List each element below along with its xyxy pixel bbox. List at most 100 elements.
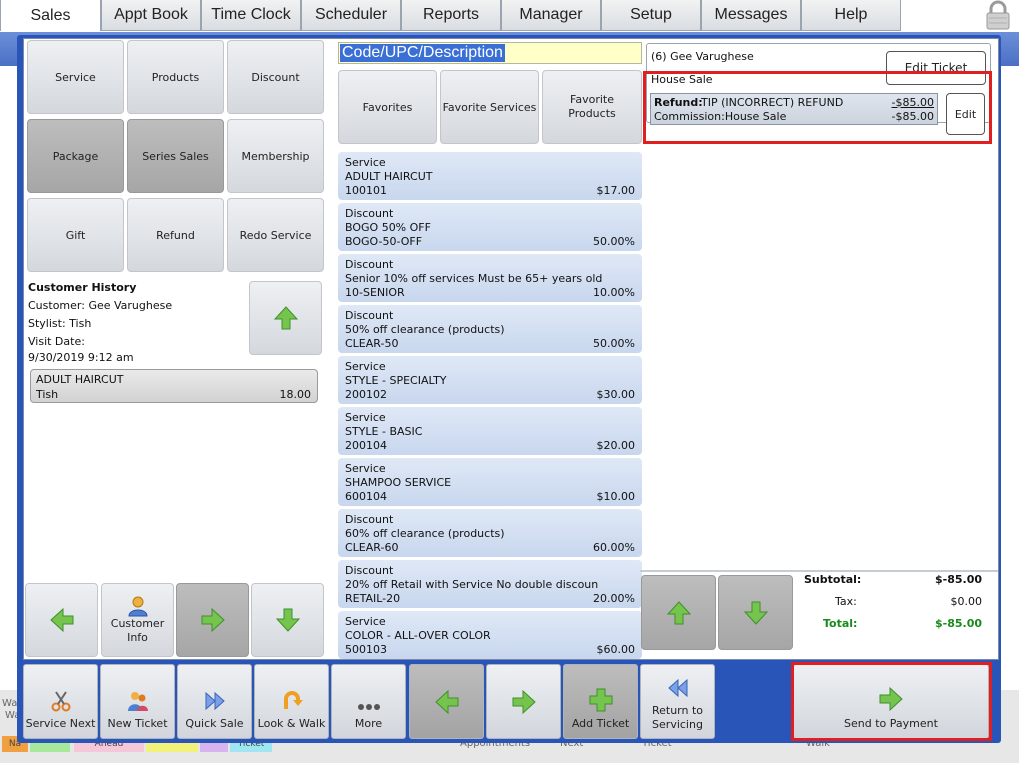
item-row[interactable]: Service SHAMPOO SERVICE 600104 $10.00 (338, 458, 642, 506)
favorite-services-button[interactable]: Favorite Services (440, 70, 539, 144)
category-package-button[interactable]: Package (27, 119, 124, 193)
customer-info-button[interactable]: Customer Info (101, 583, 174, 657)
item-type: Service (345, 360, 386, 373)
add-ticket-button[interactable]: Add Ticket (563, 664, 638, 739)
item-name: SHAMPOO SERVICE (345, 476, 452, 489)
item-type: Service (345, 156, 386, 169)
scissors-icon (51, 691, 70, 712)
more-label: More (354, 717, 383, 730)
nav-down-button[interactable] (251, 583, 324, 657)
tab-setup[interactable]: Setup (601, 0, 701, 31)
category-membership-button[interactable]: Membership (227, 119, 324, 193)
item-row[interactable]: Discount 20% off Retail with Service No d… (338, 560, 642, 608)
customer-history-title: Customer History (28, 281, 137, 294)
item-name: STYLE - SPECIALTY (345, 374, 447, 387)
tab-manager[interactable]: Manager (501, 0, 601, 31)
category-refund-button[interactable]: Refund (127, 198, 224, 272)
item-type: Discount (345, 309, 394, 322)
item-row[interactable]: Discount 50% off clearance (products) CLEA… (338, 305, 642, 353)
quick-sale-button[interactable]: Quick Sale (177, 664, 252, 739)
nav-right-button[interactable] (176, 583, 249, 657)
tab-scheduler[interactable]: Scheduler (301, 0, 401, 31)
item-row[interactable]: Discount BOGO 50% OFF BOGO-50-OFF 50.00% (338, 203, 642, 251)
history-stylist: Stylist: Tish (28, 317, 92, 330)
nav-left-button[interactable] (25, 583, 98, 657)
category-discount-button[interactable]: Discount (227, 40, 324, 114)
new-ticket-label: New Ticket (107, 717, 168, 730)
category-series-sales-button[interactable]: Series Sales (127, 119, 224, 193)
search-input[interactable]: Code/UPC/Description (338, 42, 642, 64)
item-name: 20% off Retail with Service No double di… (345, 578, 599, 591)
item-row[interactable]: Discount Senior 10% off services Must be … (338, 254, 642, 302)
item-code: 200104 (345, 439, 387, 452)
history-scroll-up-button[interactable] (249, 281, 322, 355)
more-dots-icon (357, 704, 380, 710)
people-icon (127, 692, 148, 711)
search-label: Code/UPC/Description (340, 44, 505, 62)
more-button[interactable]: More (331, 664, 406, 739)
tab-reports[interactable]: Reports (401, 0, 501, 31)
return-to-servicing-button[interactable]: Return to Servicing (640, 664, 715, 739)
item-name: Senior 10% off services Must be 65+ year… (345, 272, 603, 285)
item-price: $60.00 (596, 643, 636, 656)
history-entry[interactable]: ADULT HAIRCUT Tish 18.00 (30, 369, 318, 403)
look-walk-button[interactable]: Look & Walk (254, 664, 329, 739)
tab-messages[interactable]: Messages (701, 0, 801, 31)
arrow-right-icon (512, 689, 536, 714)
history-entry-name: ADULT HAIRCUT (36, 373, 124, 386)
tax-label: Tax: (835, 595, 857, 608)
item-code: CLEAR-60 (345, 541, 399, 554)
item-type: Discount (345, 513, 394, 526)
arrow-left-icon (49, 607, 73, 633)
total-value: $-85.00 (934, 617, 982, 630)
ticket-scroll-up-button[interactable] (641, 575, 716, 650)
category-products-button[interactable]: Products (127, 40, 224, 114)
item-name: BOGO 50% OFF (345, 221, 431, 234)
item-code: 200102 (345, 388, 387, 401)
item-name: ADULT HAIRCUT (345, 170, 433, 183)
item-price: $10.00 (596, 490, 636, 503)
item-code: CLEAR-50 (345, 337, 399, 350)
item-type: Service (345, 411, 386, 424)
item-type: Discount (345, 258, 394, 271)
tab-time-clock[interactable]: Time Clock (201, 0, 301, 31)
toolbar-left-button[interactable] (409, 664, 484, 739)
customer-info-label: Customer Info (110, 617, 165, 644)
new-ticket-button[interactable]: New Ticket (100, 664, 175, 739)
favorites-button[interactable]: Favorites (338, 70, 437, 144)
look-walk-label: Look & Walk (257, 717, 326, 730)
item-row[interactable]: Service STYLE - SPECIALTY 200102 $30.00 (338, 356, 642, 404)
tax-value: $0.00 (950, 595, 983, 608)
arrow-left-icon (434, 689, 458, 714)
tab-help[interactable]: Help (801, 0, 901, 31)
arrow-down-icon (743, 601, 768, 625)
item-type: Discount (345, 564, 394, 577)
category-gift-button[interactable]: Gift (27, 198, 124, 272)
total-label: Total: (823, 617, 858, 630)
item-code: 100101 (345, 184, 387, 197)
item-price: $20.00 (596, 439, 636, 452)
highlight-box (791, 662, 992, 741)
category-redo-service-button[interactable]: Redo Service (227, 198, 324, 272)
item-name: 50% off clearance (products) (345, 323, 505, 336)
history-entry-amount: 18.00 (279, 388, 312, 401)
ticket-scroll-down-button[interactable] (718, 575, 793, 650)
tab-sales[interactable]: Sales (0, 0, 101, 31)
item-price: $30.00 (596, 388, 636, 401)
service-next-button[interactable]: Service Next (23, 664, 98, 739)
tab-appt-book[interactable]: Appt Book (101, 0, 201, 31)
favorite-products-label: Favorite Products (568, 93, 616, 120)
item-type: Service (345, 615, 386, 628)
item-row[interactable]: Service COLOR - ALL-OVER COLOR 500103 $60.0… (338, 611, 642, 659)
item-row[interactable]: Service STYLE - BASIC 200104 $20.00 (338, 407, 642, 455)
item-row[interactable]: Discount 60% off clearance (products) CLEA… (338, 509, 642, 557)
favorite-products-button[interactable]: Favorite Products (542, 70, 642, 144)
history-visit-date: 9/30/2019 9:12 am (28, 351, 134, 364)
toolbar-right-button[interactable] (486, 664, 561, 739)
item-row[interactable]: Service ADULT HAIRCUT 100101 $17.00 (338, 152, 642, 200)
return-to-servicing-label: Return to Servicing (651, 704, 704, 731)
item-price: 60.00% (593, 541, 635, 554)
subtotal-label: Subtotal: (804, 573, 862, 586)
lock-icon[interactable] (983, 0, 1013, 30)
category-service-button[interactable]: Service (27, 40, 124, 114)
